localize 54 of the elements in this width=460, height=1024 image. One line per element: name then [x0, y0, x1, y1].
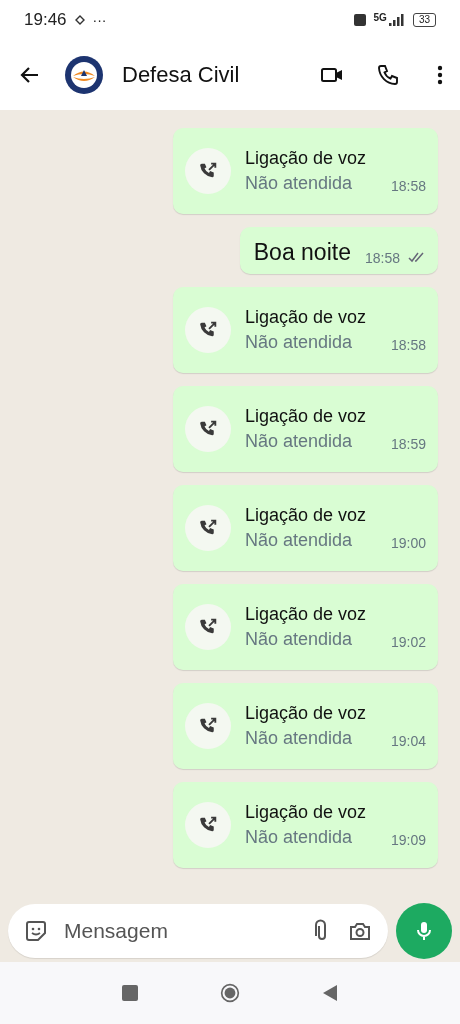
call-status: Não atendida	[245, 173, 353, 194]
call-message-bubble[interactable]: Ligação de voz Não atendida 19:02	[173, 584, 438, 670]
call-title: Ligação de voz	[245, 148, 368, 169]
message-time: 18:58	[390, 178, 426, 194]
call-status: Não atendida	[245, 629, 353, 650]
call-message-bubble[interactable]: Ligação de voz Não atendida 18:58	[173, 128, 438, 214]
outgoing-call-icon	[185, 505, 231, 551]
call-title: Ligação de voz	[245, 307, 368, 328]
call-title: Ligação de voz	[245, 802, 368, 823]
call-status: Não atendida	[245, 431, 353, 452]
message-time: 19:09	[390, 832, 426, 848]
call-message-bubble[interactable]: Ligação de voz Não atendida 19:04	[173, 683, 438, 769]
call-title: Ligação de voz	[245, 406, 368, 427]
call-message-bubble[interactable]: Ligação de voz Não atendida 18:59	[173, 386, 438, 472]
double-check-icon	[408, 251, 426, 263]
call-status: Não atendida	[245, 332, 353, 353]
call-status: Não atendida	[245, 728, 353, 749]
message-time: 18:58	[364, 250, 400, 266]
recents-icon[interactable]	[120, 983, 140, 1003]
message-text: Boa noite	[253, 239, 351, 266]
call-title: Ligação de voz	[245, 703, 368, 724]
network-type: 5G	[373, 12, 387, 23]
microphone-button[interactable]	[396, 903, 452, 959]
message-bar[interactable]: Mensagem	[8, 904, 388, 958]
message-time: 19:04	[390, 733, 426, 749]
message-time: 18:59	[390, 436, 426, 452]
battery-level: 33	[412, 13, 436, 27]
call-status: Não atendida	[245, 827, 353, 848]
signal-icon	[388, 14, 405, 26]
contact-name[interactable]: Defesa Civil	[122, 62, 320, 88]
outgoing-call-icon	[185, 406, 231, 452]
message-time: 19:02	[390, 634, 426, 650]
phone-icon[interactable]	[376, 63, 400, 87]
avatar-logo-icon[interactable]	[64, 55, 104, 95]
more-notifications: ···	[92, 12, 107, 28]
diamond-icon	[74, 15, 85, 25]
text-message-bubble[interactable]: Boa noite 18:58	[239, 227, 438, 274]
call-message-bubble[interactable]: Ligação de voz Não atendida 19:00	[173, 485, 438, 571]
call-message-bubble[interactable]: Ligação de voz Não atendida 19:09	[173, 782, 438, 868]
outgoing-call-icon	[185, 604, 231, 650]
status-time: 19:46	[24, 10, 67, 30]
call-message-bubble[interactable]: Ligação de voz Não atendida 18:58	[173, 287, 438, 373]
menu-icon[interactable]	[436, 63, 444, 87]
sticker-icon[interactable]	[24, 919, 48, 943]
outgoing-call-icon	[185, 307, 231, 353]
outgoing-call-icon	[185, 802, 231, 848]
call-status: Não atendida	[245, 530, 353, 551]
outgoing-call-icon	[185, 703, 231, 749]
message-time: 18:58	[390, 337, 426, 353]
outgoing-call-icon	[185, 148, 231, 194]
call-title: Ligação de voz	[245, 604, 368, 625]
call-title: Ligação de voz	[245, 505, 368, 526]
message-time: 19:00	[390, 535, 426, 551]
home-icon[interactable]	[220, 983, 240, 1003]
